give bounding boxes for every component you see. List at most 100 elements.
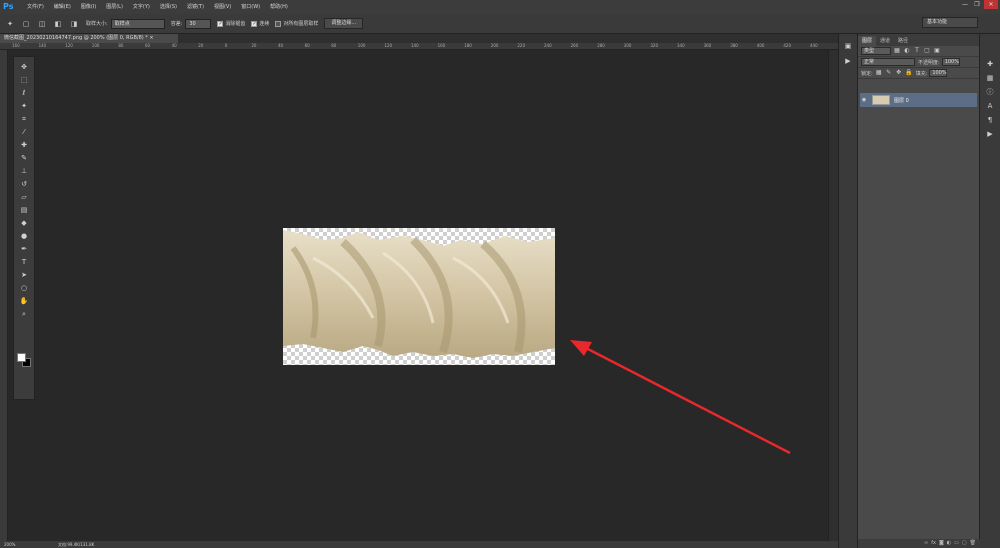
ruler-tick-label: 340 — [677, 43, 685, 48]
brush-tool-icon[interactable]: ✎ — [17, 152, 31, 164]
eyedropper-tool-icon[interactable]: ⁄ — [17, 126, 31, 138]
ruler-tick-label: 60 — [145, 43, 151, 48]
gradient-tool-icon[interactable]: ▤ — [17, 204, 31, 216]
filter-pixel-icon[interactable]: ▦ — [893, 47, 901, 55]
actions-panel-icon[interactable]: ▶ — [842, 55, 854, 67]
menu-edit[interactable]: 编辑(E) — [49, 0, 76, 14]
contiguous-label: 连续 — [259, 21, 270, 27]
color-panel-icon[interactable]: ✚ — [984, 58, 996, 70]
menu-file[interactable]: 文件(F) — [22, 0, 49, 14]
type-tool-icon[interactable]: T — [17, 256, 31, 268]
rope-image — [283, 230, 555, 358]
add-mask-icon[interactable]: ◙ — [939, 539, 944, 548]
delete-layer-icon[interactable]: 🗑 — [970, 539, 976, 548]
minimize-button[interactable]: — — [960, 0, 970, 9]
paragraph-panel-icon[interactable]: ¶ — [984, 114, 996, 126]
intersect-selection-icon[interactable]: ◨ — [68, 18, 80, 30]
filter-adjust-icon[interactable]: ◐ — [903, 47, 911, 55]
menu-filter[interactable]: 滤镜(T) — [182, 0, 209, 14]
menu-select[interactable]: 选择(S) — [155, 0, 182, 14]
layer-kind-filter[interactable]: 类型 — [861, 47, 891, 55]
ruler-tick-label: 220 — [517, 43, 526, 48]
hand-tool-icon[interactable]: ✋ — [17, 295, 31, 307]
close-button[interactable]: ✕ — [984, 0, 998, 9]
filter-smart-icon[interactable]: ▣ — [933, 47, 941, 55]
new-selection-icon[interactable]: ▢ — [20, 18, 32, 30]
eraser-tool-icon[interactable]: ▱ — [17, 191, 31, 203]
lock-all-icon[interactable]: 🔒 — [905, 69, 913, 77]
menu-view[interactable]: 视图(V) — [209, 0, 236, 14]
ruler-tick-label: 20 — [198, 43, 204, 48]
menu-help[interactable]: 帮助(H) — [265, 0, 293, 14]
visibility-eye-icon[interactable]: ◉ — [860, 97, 868, 103]
healing-tool-icon[interactable]: ✚ — [17, 139, 31, 151]
fill-label: 填充: — [915, 70, 928, 77]
lock-pixels-icon[interactable]: ✎ — [885, 69, 893, 77]
add-selection-icon[interactable]: ◫ — [36, 18, 48, 30]
sample-size-select[interactable]: 取样点 — [110, 18, 165, 29]
document-image[interactable] — [283, 228, 555, 365]
info-panel-icon[interactable]: ⓘ — [984, 86, 996, 98]
tab-channels[interactable]: 通道 — [876, 36, 894, 46]
zoom-level[interactable]: 200% — [4, 541, 15, 548]
new-layer-icon[interactable]: ▢ — [962, 539, 967, 548]
path-select-tool-icon[interactable]: ➤ — [17, 269, 31, 281]
move-tool-icon[interactable]: ✥ — [17, 61, 31, 73]
layer-style-icon[interactable]: fx — [931, 539, 936, 548]
menu-image[interactable]: 图像(I) — [76, 0, 101, 14]
swatches-panel-icon[interactable]: ▦ — [984, 72, 996, 84]
ruler-tick-label: 320 — [650, 43, 659, 48]
refine-edge-button[interactable]: 调整边缘... — [324, 18, 364, 29]
tolerance-input[interactable]: 30 — [185, 18, 212, 29]
magic-wand-icon[interactable]: ✦ — [4, 18, 16, 30]
zoom-tool-icon[interactable]: ⌕ — [17, 308, 31, 320]
layer-thumbnail — [872, 95, 890, 105]
document-tab[interactable]: 微信截图_20230210164747.png @ 200% (图层 0, RG… — [0, 34, 178, 43]
dodge-tool-icon[interactable]: ● — [17, 230, 31, 242]
vertical-scrollbar[interactable] — [828, 50, 838, 541]
pen-tool-icon[interactable]: ✒ — [17, 243, 31, 255]
blur-tool-icon[interactable]: ◆ — [17, 217, 31, 229]
workspace-switcher[interactable]: 基本功能 — [922, 17, 978, 28]
contiguous-checkbox[interactable]: ✓ — [251, 20, 258, 27]
all-layers-checkbox[interactable] — [275, 20, 282, 27]
menu-type[interactable]: 文字(Y) — [128, 0, 155, 14]
stamp-tool-icon[interactable]: ⊥ — [17, 165, 31, 177]
menu-window[interactable]: 窗口(W) — [236, 0, 265, 14]
lock-position-icon[interactable]: ✥ — [895, 69, 903, 77]
link-layers-icon[interactable]: ∞ — [924, 539, 928, 548]
ruler-tick-label: 140 — [411, 43, 419, 48]
history-panel-icon[interactable]: ▣ — [842, 40, 854, 52]
menu-layer[interactable]: 图层(L) — [101, 0, 128, 14]
ruler-tick-label: 440 — [810, 43, 818, 48]
tab-paths[interactable]: 路径 — [894, 36, 912, 46]
ruler-tick-label: 100 — [357, 43, 366, 48]
ruler-tick-label: 180 — [464, 43, 472, 48]
filter-type-icon[interactable]: T — [913, 47, 921, 55]
play-actions-icon[interactable]: ▶ — [984, 128, 996, 140]
ruler-tick-label: 360 — [703, 43, 712, 48]
ruler-tick-label: 300 — [623, 43, 632, 48]
lock-label: 锁定: — [861, 70, 873, 77]
crop-tool-icon[interactable]: ⌗ — [17, 113, 31, 125]
lasso-tool-icon[interactable]: ℓ — [17, 87, 31, 99]
tab-layers[interactable]: 图层 — [858, 36, 877, 46]
fill-input[interactable]: 100% — [929, 69, 948, 77]
subtract-selection-icon[interactable]: ◧ — [52, 18, 64, 30]
restore-button[interactable]: ❐ — [972, 0, 982, 9]
adjustment-layer-icon[interactable]: ◐ — [947, 539, 951, 548]
opacity-input[interactable]: 100% — [941, 58, 960, 66]
layer-row[interactable]: ◉ 图层 0 — [860, 93, 977, 107]
new-group-icon[interactable]: ▭ — [954, 539, 959, 548]
foreground-color-swatch[interactable] — [17, 353, 26, 362]
magic-wand-tool-icon[interactable]: ✦ — [17, 100, 31, 112]
marquee-tool-icon[interactable]: ⬚ — [17, 74, 31, 86]
character-panel-icon[interactable]: A — [984, 100, 996, 112]
shape-tool-icon[interactable]: ○ — [17, 282, 31, 294]
filter-shape-icon[interactable]: ▢ — [923, 47, 931, 55]
lock-transparent-icon[interactable]: ▦ — [875, 69, 883, 77]
layers-panel-tabs: 图层 通道 路径 — [858, 34, 979, 46]
antialias-checkbox[interactable]: ✓ — [217, 20, 224, 27]
blend-mode-select[interactable]: 正常 — [861, 58, 915, 66]
history-brush-icon[interactable]: ↺ — [17, 178, 31, 190]
